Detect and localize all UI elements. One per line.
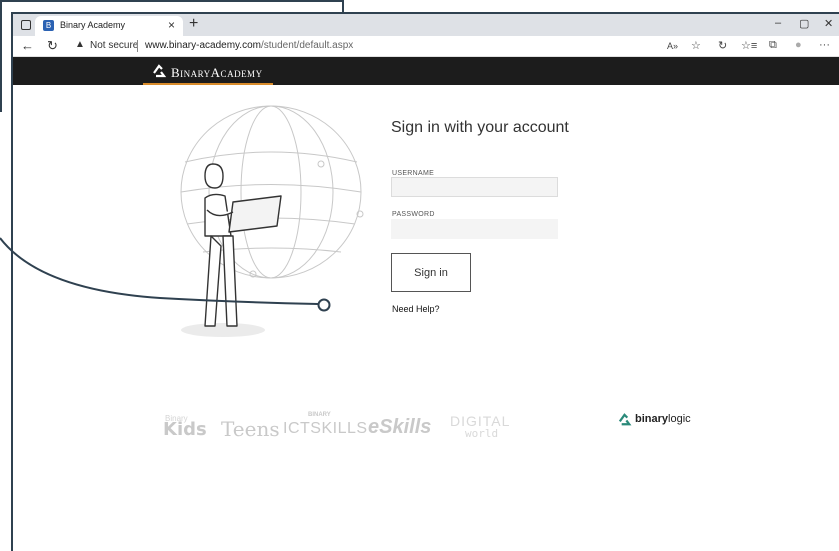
frame-line-left — [0, 0, 2, 112]
close-window-icon[interactable]: ✕ — [824, 17, 833, 30]
security-status[interactable]: Not secure — [90, 40, 138, 51]
new-tab-button[interactable]: + — [189, 15, 198, 33]
divider — [137, 40, 138, 52]
browser-window: B Binary Academy × + – ▢ ✕ ← ↻ ▲ Not sec… — [11, 12, 839, 551]
brand-underline — [143, 83, 273, 85]
url-field[interactable]: www.binary-academy.com/student/default.a… — [145, 40, 353, 51]
back-icon[interactable]: ← — [21, 38, 34, 53]
site-header: BinaryAcademy — [13, 57, 839, 85]
binary-academy-logo-icon — [153, 64, 167, 78]
binarylogic-logo: binarylogic — [635, 413, 691, 425]
url-host: www.binary-academy.com — [145, 40, 261, 51]
frame-line-top-right — [342, 0, 344, 12]
signin-title: Sign in with your account — [391, 119, 569, 136]
url-path: /student/default.aspx — [260, 40, 354, 51]
frame-line-top — [0, 0, 342, 2]
password-input[interactable] — [391, 219, 558, 239]
collections-icon[interactable]: ⧉ — [769, 39, 777, 52]
eskills-logo: eSkills — [368, 416, 432, 438]
warning-icon: ▲ — [75, 39, 85, 50]
username-label: USERNAME — [392, 170, 435, 177]
tab-title: Binary Academy — [60, 20, 126, 30]
ict-small-label: BINARY — [308, 412, 331, 418]
binarylogic-rest: logic — [668, 413, 691, 425]
kids-logo: Kids — [163, 419, 207, 440]
read-aloud-icon[interactable]: A» — [667, 41, 678, 51]
tab-bar: B Binary Academy × + – ▢ ✕ — [13, 14, 839, 36]
sign-in-button[interactable]: Sign in — [391, 253, 471, 292]
browser-tab[interactable]: B Binary Academy × — [35, 16, 183, 36]
maximize-icon[interactable]: ▢ — [799, 17, 809, 30]
tab-actions-icon[interactable] — [21, 20, 31, 30]
binarylogic-bold: binary — [635, 413, 669, 425]
reload-icon[interactable]: ↻ — [47, 38, 58, 54]
more-icon[interactable]: ··· — [819, 39, 830, 51]
refresh-icon[interactable]: ↻ — [718, 39, 727, 52]
address-bar: ← ↻ ▲ Not secure www.binary-academy.com/… — [13, 36, 839, 57]
close-tab-icon[interactable]: × — [168, 18, 175, 32]
need-help-link[interactable]: Need Help? — [392, 304, 440, 314]
site-brand[interactable]: BinaryAcademy — [171, 65, 263, 81]
favicon-icon: B — [43, 20, 54, 31]
username-input[interactable] — [391, 177, 558, 197]
student-globe-illustration — [180, 105, 364, 337]
ictskills-logo: ICTSKILLS — [283, 420, 368, 437]
teens-logo: Teens — [221, 417, 280, 441]
favorites-icon[interactable]: ☆≡ — [741, 39, 757, 52]
binarylogic-logo-icon — [618, 413, 632, 426]
password-label: PASSWORD — [392, 211, 435, 218]
profile-icon[interactable]: ● — [795, 39, 802, 51]
minimize-icon[interactable]: – — [775, 17, 781, 29]
world-logo: world — [465, 427, 499, 440]
add-favorite-icon[interactable]: ☆ — [691, 39, 701, 52]
